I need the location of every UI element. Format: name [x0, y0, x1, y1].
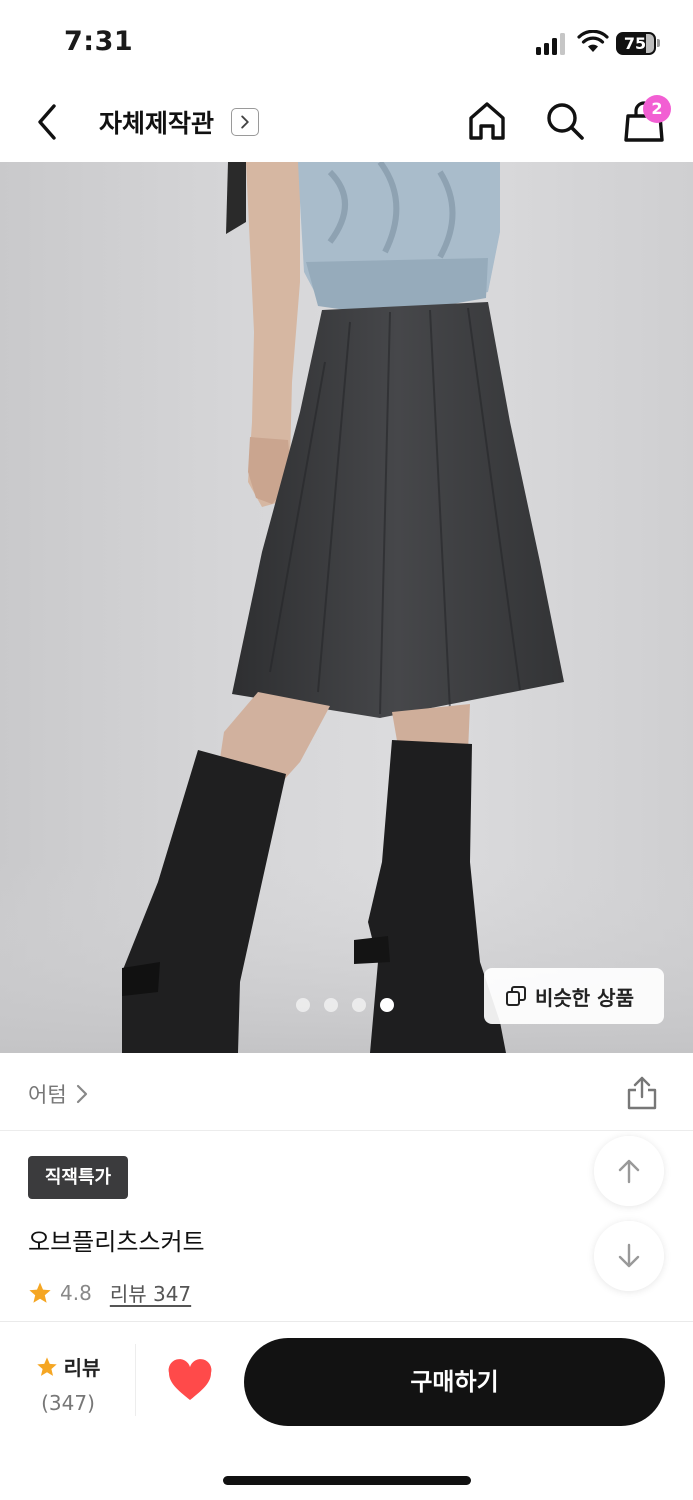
similar-products-label: 비슷한 상품: [535, 985, 634, 1010]
cellular-signal-icon: [536, 33, 568, 55]
special-deal-badge: 직잭특가: [28, 1156, 128, 1199]
rating-value: 4.8: [60, 1280, 92, 1305]
divider: [135, 1344, 136, 1416]
rating-row: 4.8 리뷰 347: [28, 1278, 191, 1307]
copy-icon: [506, 986, 526, 1006]
review-count: (347): [41, 1391, 95, 1415]
chevron-right-icon: [76, 1084, 87, 1104]
category-link[interactable]: 어텀: [28, 1079, 89, 1109]
home-indicator: [223, 1476, 471, 1485]
similar-products-button[interactable]: 비슷한 상품: [484, 968, 664, 1024]
review-summary-button[interactable]: 리뷰 (347): [28, 1352, 108, 1415]
pagination-dot-active[interactable]: [380, 998, 394, 1012]
arrow-up-icon: [618, 1159, 640, 1184]
store-name[interactable]: 자체제작관: [99, 104, 214, 140]
product-photo[interactable]: [0, 162, 693, 1053]
cart-count-badge: 2: [643, 95, 671, 123]
wifi-icon: [577, 30, 609, 52]
buy-button[interactable]: 구매하기: [244, 1338, 665, 1426]
star-icon: [36, 1356, 57, 1376]
search-icon[interactable]: [542, 98, 588, 144]
status-bar: 7:31 75: [0, 0, 693, 84]
review-label: 리뷰: [63, 1356, 101, 1380]
share-icon[interactable]: [625, 1075, 659, 1111]
image-pagination: [296, 998, 394, 1012]
pagination-dot[interactable]: [296, 998, 310, 1012]
product-name: 오브플리츠스커트: [28, 1228, 205, 1256]
battery-level: 75: [623, 34, 647, 53]
bottom-action-bar: 리뷰 (347) 구매하기: [0, 1321, 693, 1500]
pagination-dot[interactable]: [324, 998, 338, 1012]
scroll-to-top-button[interactable]: [594, 1136, 664, 1206]
status-time: 7:31: [64, 26, 134, 57]
pagination-dot[interactable]: [352, 998, 366, 1012]
category-label: 어텀: [28, 1083, 67, 1107]
star-icon: [29, 1282, 51, 1303]
home-icon[interactable]: [464, 98, 510, 144]
battery-icon: 75: [616, 32, 660, 55]
app-header: 자체제작관: [0, 84, 693, 162]
review-count-link[interactable]: 리뷰 347: [110, 1278, 191, 1307]
chevron-left-icon[interactable]: [26, 100, 70, 144]
category-row: 어텀: [0, 1053, 693, 1131]
chevron-right-box-icon[interactable]: [231, 108, 259, 136]
heart-icon[interactable]: [166, 1358, 214, 1404]
model-illustration: [0, 162, 693, 1053]
scroll-to-bottom-button[interactable]: [594, 1221, 664, 1291]
arrow-down-icon: [618, 1243, 640, 1268]
